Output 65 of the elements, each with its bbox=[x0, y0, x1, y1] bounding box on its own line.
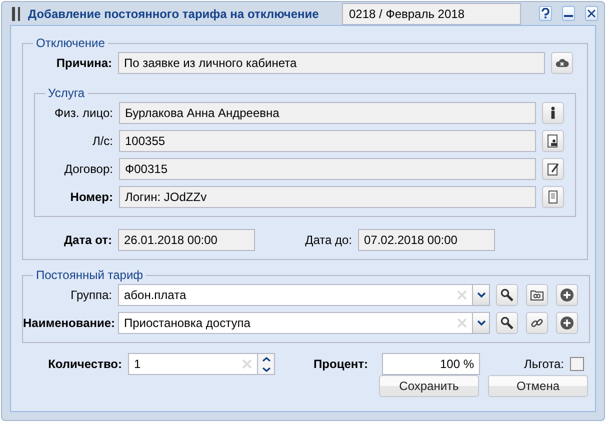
tariff-action-button[interactable] bbox=[526, 284, 548, 306]
date-field[interactable]: 07.02.2018 00:00 bbox=[358, 229, 495, 251]
close-icon bbox=[587, 9, 596, 18]
help-icon bbox=[541, 8, 550, 19]
folder-icon bbox=[530, 288, 544, 302]
close-button[interactable] bbox=[585, 6, 598, 21]
quantity-field[interactable]: 1 bbox=[128, 353, 258, 375]
reason-field[interactable]: По заявке из личного кабинета bbox=[118, 52, 545, 74]
combo-field[interactable]: Приостановка доступа bbox=[118, 312, 473, 334]
spinner-button[interactable] bbox=[258, 353, 275, 375]
search-icon bbox=[500, 288, 514, 302]
field-label: Процент: bbox=[312, 357, 368, 371]
search-button[interactable] bbox=[496, 312, 518, 334]
cloud-icon bbox=[555, 56, 569, 70]
link-icon bbox=[530, 316, 544, 330]
lookup-button[interactable] bbox=[542, 130, 564, 152]
cancel-button[interactable]: Отмена bbox=[488, 375, 588, 397]
field-label: Дата от: bbox=[62, 233, 112, 247]
percent-field[interactable]: 100 % bbox=[382, 353, 480, 375]
group-legend: Постоянный тариф bbox=[33, 268, 146, 282]
field-label: Причина: bbox=[55, 56, 112, 70]
group-legend: Отключение bbox=[33, 36, 108, 50]
field-label: Наименование: bbox=[23, 316, 112, 330]
add-icon bbox=[560, 316, 574, 330]
service-field[interactable]: Бурлакова Анна Андреевна bbox=[119, 102, 536, 124]
date-field[interactable]: 26.01.2018 00:00 bbox=[118, 229, 255, 251]
field-label: Физ. лицо: bbox=[54, 106, 113, 120]
cloud-delete-button[interactable] bbox=[551, 52, 573, 74]
field-label: Льгота: bbox=[522, 357, 564, 371]
service-field[interactable]: 100355 bbox=[119, 130, 536, 152]
drag-handle-icon[interactable] bbox=[12, 6, 20, 20]
contact-card-icon bbox=[546, 134, 560, 148]
chevron-down-icon bbox=[262, 366, 270, 372]
lookup-button[interactable] bbox=[542, 102, 564, 124]
dropdown-button[interactable] bbox=[473, 284, 490, 306]
field-label: Количество: bbox=[47, 357, 122, 371]
field-label: Группа: bbox=[70, 288, 112, 302]
field-label: Дата до: bbox=[304, 233, 352, 247]
chevron-down-icon bbox=[476, 320, 486, 326]
lookup-button[interactable] bbox=[542, 186, 564, 208]
chevron-down-icon bbox=[476, 292, 486, 298]
field-label: Номер: bbox=[69, 190, 113, 204]
tariff-action-button[interactable] bbox=[526, 312, 548, 334]
service-field[interactable]: Ф00315 bbox=[119, 158, 536, 180]
lookup-button[interactable] bbox=[542, 158, 564, 180]
benefit-checkbox[interactable] bbox=[570, 357, 584, 371]
edit-document-icon bbox=[546, 162, 560, 176]
combo-field[interactable]: абон.плата bbox=[118, 284, 473, 306]
add-button[interactable] bbox=[556, 284, 578, 306]
minimize-button[interactable] bbox=[562, 6, 576, 21]
period-field: 0218 / Февраль 2018 bbox=[342, 2, 522, 24]
group-legend: Услуга bbox=[45, 86, 88, 100]
field-label: Л/с: bbox=[91, 134, 113, 148]
window-title: Добавление постоянного тарифа на отключение bbox=[28, 6, 319, 20]
add-button[interactable] bbox=[556, 312, 578, 334]
search-icon bbox=[500, 316, 514, 330]
field-label: Договор: bbox=[63, 162, 113, 176]
chevron-up-icon bbox=[262, 356, 270, 362]
add-icon bbox=[560, 288, 574, 302]
search-button[interactable] bbox=[496, 284, 518, 306]
document-icon bbox=[546, 190, 560, 204]
service-field[interactable]: Логин: JOdZZv bbox=[119, 186, 536, 208]
save-button[interactable]: Сохранить bbox=[379, 375, 479, 397]
dropdown-button[interactable] bbox=[473, 312, 490, 334]
help-button[interactable] bbox=[539, 6, 552, 21]
